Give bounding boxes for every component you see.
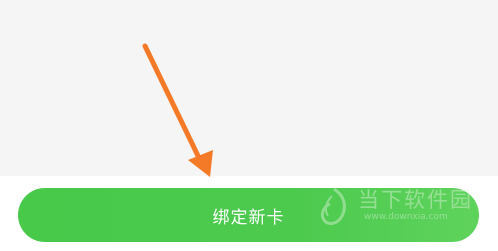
bind-new-card-button[interactable]: 绑定新卡: [18, 188, 479, 242]
bind-new-card-label: 绑定新卡: [212, 207, 285, 228]
content-area: [0, 0, 498, 176]
bind-card-screen: 绑定新卡 当下软件园 www.downxia.com: [0, 0, 498, 251]
